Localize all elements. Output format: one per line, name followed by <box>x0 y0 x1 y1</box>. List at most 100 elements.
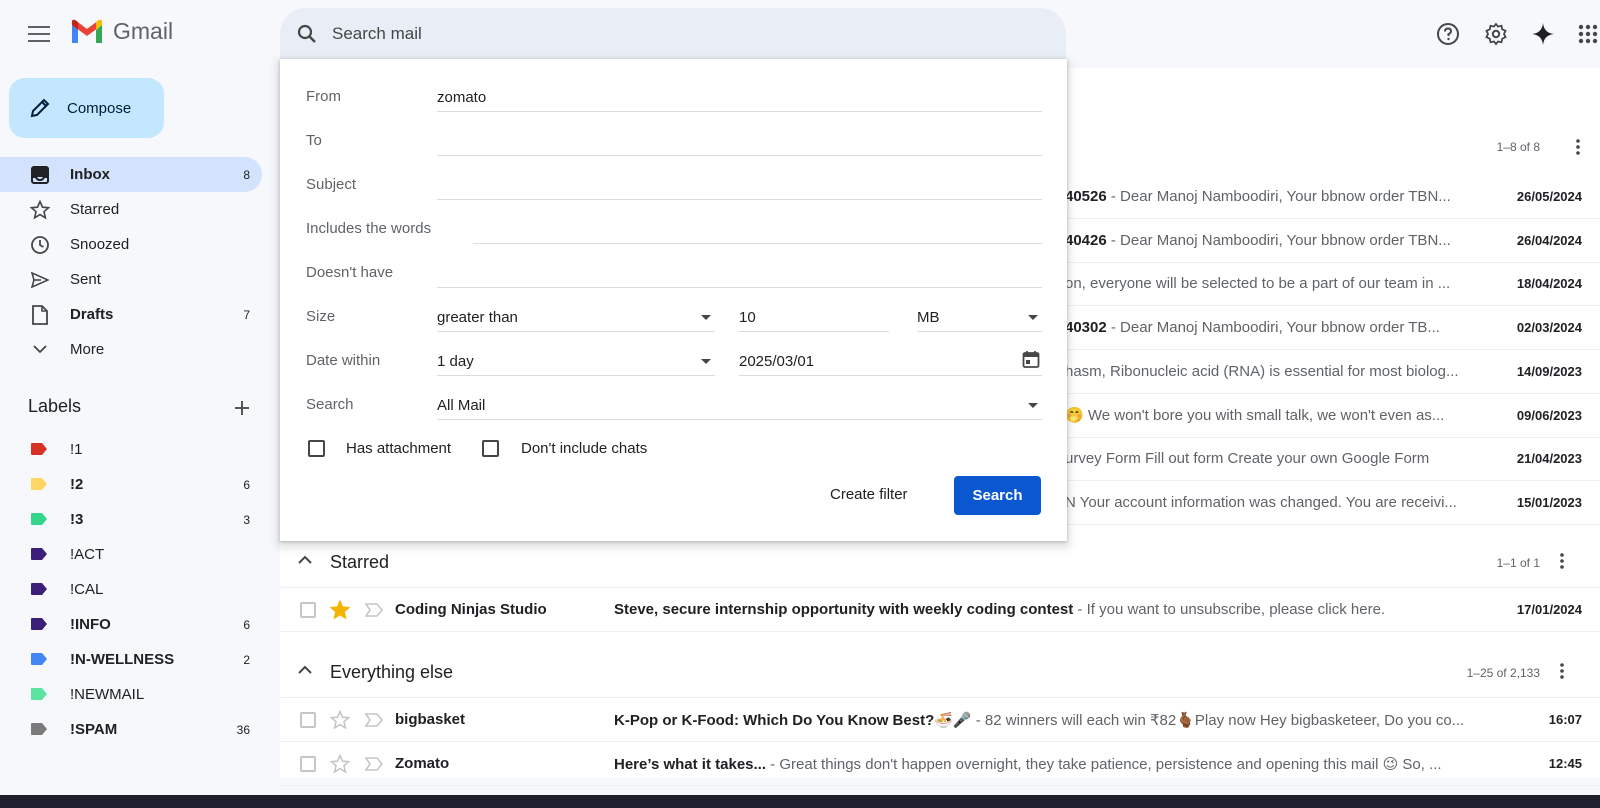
create-filter-button[interactable]: Create filter <box>830 477 908 513</box>
sidebar-item-label: Snoozed <box>70 236 130 253</box>
dont-include-chats-checkbox[interactable] <box>482 440 499 457</box>
date-label: Date within <box>306 352 381 369</box>
search-in-select[interactable]: All Mail <box>437 390 1042 420</box>
label-item[interactable]: !2 6 <box>0 467 262 502</box>
from-field[interactable]: zomato <box>437 82 1042 112</box>
email-snippet: hasm, Ribonucleic acid (RNA) is essentia… <box>1065 362 1459 380</box>
importance-marker-icon[interactable] <box>364 756 384 772</box>
includes-field[interactable] <box>473 214 1042 244</box>
to-field[interactable] <box>437 126 1042 156</box>
label-item[interactable]: !N-WELLNESS 2 <box>0 642 262 677</box>
email-row[interactable]: bigbasket K-Pop or K-Food: Which Do You K… <box>280 698 1600 742</box>
row-checkbox[interactable] <box>300 601 316 618</box>
gemini-sparkle-icon[interactable] <box>1527 18 1559 50</box>
label-item[interactable]: !CAL <box>0 572 262 607</box>
search-button[interactable]: Search <box>954 476 1041 515</box>
size-row: Size greater than 10 MB <box>306 298 1042 338</box>
label-item[interactable]: !1 <box>0 432 262 467</box>
labels-title: Labels <box>28 396 82 416</box>
sidebar-item-sent[interactable]: Sent <box>0 262 262 297</box>
section-header-starred[interactable]: Starred 1–1 of 1 <box>280 538 1600 588</box>
email-date: 18/04/2024 <box>1516 276 1582 292</box>
importance-marker-icon[interactable] <box>364 712 384 728</box>
label-count: 36 <box>236 722 250 737</box>
size-operator-value: greater than <box>437 309 518 326</box>
label-item[interactable]: !ACT <box>0 537 262 572</box>
dropdown-arrow-icon <box>1028 315 1038 320</box>
add-label-icon[interactable] <box>232 398 252 418</box>
sidebar-item-starred[interactable]: Starred <box>0 192 262 227</box>
sidebar-item-drafts[interactable]: Drafts 7 <box>0 297 262 332</box>
star-filled-icon[interactable] <box>330 599 350 620</box>
star-outline-icon[interactable] <box>330 753 350 774</box>
checkbox-row: Has attachment Don't include chats <box>306 440 1042 462</box>
calendar-icon[interactable] <box>1022 350 1040 368</box>
label-item[interactable]: !3 3 <box>0 502 262 537</box>
apps-grid-icon[interactable] <box>1572 18 1600 50</box>
date-value: 2025/03/01 <box>739 353 815 370</box>
dropdown-arrow-icon <box>701 359 711 364</box>
includes-row: Includes the words <box>306 210 1042 250</box>
search-input[interactable]: Search mail <box>332 24 422 44</box>
has-attachment-checkbox[interactable] <box>308 440 325 457</box>
email-subject-snippet: K-Pop or K-Food: Which Do You Know Best?… <box>614 711 1465 729</box>
to-row: To <box>306 122 1042 162</box>
row-checkbox[interactable] <box>300 711 316 728</box>
email-snippet: 40526 - Dear Manoj Namboodiri, Your bbno… <box>1065 188 1451 205</box>
subject-field[interactable] <box>437 170 1042 200</box>
more-options-icon[interactable] <box>1560 552 1580 573</box>
search-in-label: Search <box>306 396 354 413</box>
label-list: !1 !2 6 !3 3 !ACT !CAL !INFO 6 !N-WELLNESS 2 !NEWMA… <box>0 432 262 747</box>
app-name: Gmail <box>113 18 174 44</box>
dropdown-arrow-icon <box>1028 403 1038 408</box>
size-operator-select[interactable]: greater than <box>437 302 715 332</box>
os-taskbar <box>0 795 1600 808</box>
chevron-down-icon <box>30 340 50 360</box>
email-row[interactable]: Coding Ninjas Studio Steve, secure intern… <box>280 588 1600 632</box>
row-checkbox[interactable] <box>300 755 316 772</box>
label-item[interactable]: !INFO 6 <box>0 607 262 642</box>
more-options-icon[interactable] <box>1560 662 1580 683</box>
sidebar-item-more[interactable]: More <box>0 332 262 367</box>
search-in-row: Search All Mail <box>306 386 1042 426</box>
email-sender: Zomato <box>395 755 450 772</box>
from-label: From <box>306 88 341 105</box>
date-range-select[interactable]: 1 day <box>437 346 715 376</box>
search-bar[interactable]: Search mail <box>280 8 1066 59</box>
sidebar-nav: Inbox 8 Starred Snoozed Sent Drafts 7 Mo… <box>0 157 262 367</box>
primary-count: 1–8 of 8 <box>1496 140 1540 154</box>
size-unit-value: MB <box>917 309 940 326</box>
sidebar-item-snoozed[interactable]: Snoozed <box>0 227 262 262</box>
label-name: !1 <box>70 441 83 458</box>
main-menu-button[interactable] <box>22 18 56 50</box>
chevron-up-icon[interactable] <box>298 665 314 681</box>
compose-button[interactable]: Compose <box>9 78 164 138</box>
section-header-everything-else[interactable]: Everything else 1–25 of 2,133 <box>280 648 1600 698</box>
label-tag-icon <box>31 723 47 735</box>
more-options-icon[interactable] <box>1576 139 1580 155</box>
email-date: 02/03/2024 <box>1516 320 1582 336</box>
size-value-field[interactable]: 10 <box>739 302 889 332</box>
importance-marker-icon[interactable] <box>364 602 384 618</box>
label-item[interactable]: !SPAM 36 <box>0 712 262 747</box>
sidebar-item-inbox[interactable]: Inbox 8 <box>0 157 262 192</box>
sidebar-item-label: Sent <box>70 271 101 288</box>
sidebar-item-label: Drafts <box>70 306 114 323</box>
gmail-logo[interactable]: Gmail <box>70 18 173 45</box>
email-date: 09/06/2023 <box>1516 407 1582 423</box>
chevron-up-icon[interactable] <box>298 555 314 571</box>
gear-icon[interactable] <box>1480 18 1512 50</box>
label-tag-icon <box>31 548 47 560</box>
star-outline-icon[interactable] <box>330 709 350 730</box>
help-icon[interactable] <box>1432 18 1464 50</box>
size-unit-select[interactable]: MB <box>917 302 1042 332</box>
label-name: !2 <box>70 476 84 493</box>
email-date: 15/01/2023 <box>1516 494 1582 510</box>
doesnt-have-field[interactable] <box>437 258 1042 288</box>
search-icon[interactable] <box>294 21 320 47</box>
date-field[interactable]: 2025/03/01 <box>739 346 1042 376</box>
label-item[interactable]: !NEWMAIL <box>0 677 262 712</box>
email-row[interactable]: Zomato Here’s what it takes... - Great th… <box>280 742 1600 786</box>
email-snippet: on, everyone will be selected to be a pa… <box>1065 275 1451 293</box>
label-name: !N-WELLNESS <box>70 651 175 668</box>
